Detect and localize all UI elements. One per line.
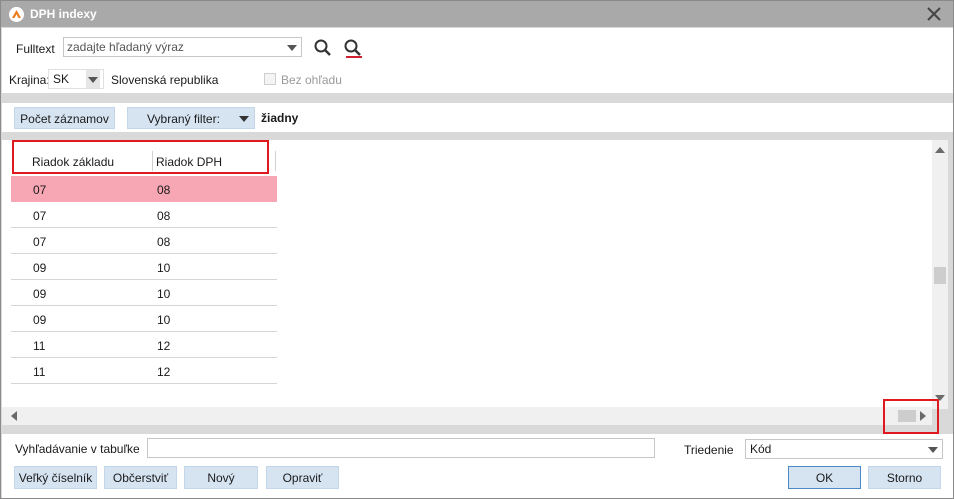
ok-button[interactable]: OK xyxy=(788,466,861,489)
table-row[interactable]: 07 08 xyxy=(11,202,277,228)
fulltext-label: Fulltext xyxy=(16,42,55,56)
ignore-country-checkbox[interactable] xyxy=(264,73,276,85)
chevron-down-icon[interactable] xyxy=(239,116,249,122)
horizontal-scrollbar[interactable] xyxy=(2,407,932,425)
bottom-panel: Vyhľadávanie v tabuľke Triedenie Kód Veľ… xyxy=(2,434,953,498)
cell-riadok-dph: 08 xyxy=(157,235,171,249)
country-name: Slovenská republika xyxy=(111,73,219,87)
big-list-button[interactable]: Veľký číselník xyxy=(14,466,97,489)
column-divider xyxy=(275,151,276,171)
refresh-button[interactable]: Občerstviť xyxy=(104,466,177,489)
title-bar[interactable]: DPH indexy xyxy=(1,1,953,27)
grid-header: Riadok základu Riadok DPH xyxy=(11,147,277,175)
edit-button[interactable]: Opraviť xyxy=(266,466,339,489)
new-button[interactable]: Nový xyxy=(184,466,258,489)
cell-riadok-zakladu: 07 xyxy=(33,183,47,197)
vertical-scrollbar[interactable] xyxy=(932,140,948,409)
cell-riadok-dph: 10 xyxy=(157,287,171,301)
table-search-input[interactable] xyxy=(147,438,655,458)
table-row[interactable]: 09 10 xyxy=(11,254,277,280)
table-row[interactable]: 07 08 xyxy=(11,228,277,254)
table-row[interactable]: 07 08 xyxy=(11,176,277,202)
cell-riadok-dph: 10 xyxy=(157,313,171,327)
filter-bar: Počet záznamov Vybraný filter: žiadny xyxy=(2,103,953,132)
column-header-riadok-dph[interactable]: Riadok DPH xyxy=(156,155,222,169)
fulltext-combo[interactable]: zadajte hľadaný výraz xyxy=(63,37,302,57)
cell-riadok-zakladu: 09 xyxy=(33,313,47,327)
search-icon[interactable] xyxy=(313,38,333,58)
cell-riadok-dph: 10 xyxy=(157,261,171,275)
scroll-up-icon[interactable] xyxy=(935,147,945,153)
scroll-down-icon[interactable] xyxy=(935,395,945,401)
cell-riadok-zakladu: 09 xyxy=(33,261,47,275)
scroll-left-icon[interactable] xyxy=(11,411,17,421)
country-label: Krajina: xyxy=(9,73,50,87)
window-title: DPH indexy xyxy=(30,7,97,21)
dph-indexy-dialog: DPH indexy Fulltext zadajte hľadaný výra… xyxy=(0,0,954,499)
column-header-riadok-zakladu[interactable]: Riadok základu xyxy=(32,155,114,169)
filter-value: žiadny xyxy=(261,111,299,125)
sort-select[interactable]: Kód xyxy=(745,439,943,459)
column-divider[interactable] xyxy=(152,151,153,171)
filter-select-label: Vybraný filter: xyxy=(147,112,220,126)
table-search-label: Vyhľadávanie v tabuľke xyxy=(15,442,140,456)
cell-riadok-dph: 12 xyxy=(157,339,171,353)
chevron-down-icon[interactable] xyxy=(86,70,100,88)
close-icon[interactable] xyxy=(923,3,945,25)
cell-riadok-dph: 12 xyxy=(157,365,171,379)
sort-label: Triedenie xyxy=(684,443,734,457)
vertical-scroll-thumb[interactable] xyxy=(934,267,946,284)
cell-riadok-dph: 08 xyxy=(157,209,171,223)
cancel-button[interactable]: Storno xyxy=(868,466,941,489)
cell-riadok-zakladu: 07 xyxy=(33,209,47,223)
table-row[interactable]: 11 12 xyxy=(11,358,277,384)
record-count-button[interactable]: Počet záznamov xyxy=(14,107,115,129)
search-panel: Fulltext zadajte hľadaný výraz Krajina: … xyxy=(2,28,953,93)
scroll-right-icon[interactable] xyxy=(920,411,926,421)
cell-riadok-zakladu: 11 xyxy=(33,339,46,353)
country-code: SK xyxy=(53,72,70,86)
filter-select[interactable]: Vybraný filter: xyxy=(127,107,255,129)
sort-value: Kód xyxy=(750,442,772,456)
cell-riadok-zakladu: 11 xyxy=(33,365,46,379)
clear-search-icon[interactable] xyxy=(343,38,365,60)
chevron-down-icon[interactable] xyxy=(287,45,297,51)
table-row[interactable]: 11 12 xyxy=(11,332,277,358)
country-combo[interactable]: SK xyxy=(48,69,104,89)
cell-riadok-zakladu: 09 xyxy=(33,287,47,301)
table-row[interactable]: 09 10 xyxy=(11,280,277,306)
ignore-country-label: Bez ohľadu xyxy=(281,73,342,87)
table-row[interactable]: 09 10 xyxy=(11,306,277,332)
fulltext-placeholder: zadajte hľadaný výraz xyxy=(67,40,184,54)
chevron-down-icon[interactable] xyxy=(928,447,938,453)
app-logo-icon xyxy=(9,7,24,22)
cell-riadok-dph: 08 xyxy=(157,183,171,197)
cell-riadok-zakladu: 07 xyxy=(33,235,47,249)
horizontal-scroll-thumb[interactable] xyxy=(898,410,916,422)
